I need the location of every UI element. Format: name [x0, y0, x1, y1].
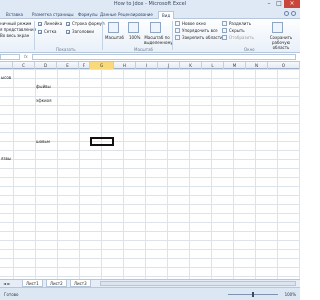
name-box[interactable]	[0, 54, 20, 60]
column-header-o[interactable]: O	[268, 62, 300, 69]
divider	[34, 21, 35, 50]
save-workspace-button[interactable]: Сохранить рабочую область	[264, 35, 298, 50]
tab-review[interactable]: Рецензирование	[118, 11, 153, 19]
freeze-panes-icon	[175, 35, 180, 40]
tab-data[interactable]: Данные	[100, 11, 116, 19]
headings-label: Заголовки	[72, 29, 94, 34]
divider	[172, 21, 173, 50]
show-group-label: Показать	[56, 47, 76, 52]
zoom-slider-knob[interactable]	[252, 292, 254, 297]
freeze-panes-button[interactable]: Закрепить области	[182, 35, 223, 40]
formula-bar-checkbox[interactable]: ✓	[66, 22, 70, 27]
fx-icon[interactable]: fx	[24, 54, 28, 59]
zoom-selection-icon[interactable]	[150, 22, 161, 33]
horizontal-scrollbar[interactable]	[100, 281, 296, 286]
full-screen-button[interactable]: Во весь экран	[0, 33, 29, 38]
zoom-button[interactable]: Масштаб	[105, 35, 124, 40]
zoom-slider[interactable]	[228, 292, 278, 297]
minimize-ribbon-icon[interactable]	[284, 11, 289, 16]
cell-value[interactable]: шовьм	[36, 139, 50, 144]
cell-value[interactable]: эфкиоя	[36, 98, 51, 103]
cell-value[interactable]: язвы	[1, 156, 11, 161]
column-headers: C D E F G H I J K L M N O	[0, 62, 300, 69]
column-header-n[interactable]: N	[246, 62, 268, 69]
unhide-button[interactable]: Отобразить	[229, 35, 254, 40]
ribbon: ничный режим я представления Во весь экр…	[0, 19, 300, 53]
zoom-100-button[interactable]: 100%	[129, 35, 140, 40]
sheet-tab-1[interactable]: Лист1	[22, 280, 43, 287]
window-title: How to Jdox - Microsoft Excel	[113, 1, 187, 7]
page-layout-view-button[interactable]: ничный режим	[0, 21, 31, 26]
split-icon	[222, 21, 227, 26]
window-group-label: Окно	[244, 47, 255, 52]
help-icon[interactable]	[291, 11, 296, 16]
arrange-all-button[interactable]: Упорядочить все	[182, 28, 218, 33]
gridlines-checkbox[interactable]: ✓	[38, 30, 42, 35]
zoom-100-icon[interactable]	[128, 22, 139, 33]
active-cell[interactable]	[90, 137, 114, 146]
minimize-button[interactable]: –	[264, 0, 274, 8]
new-window-button[interactable]: Новое окно	[182, 21, 206, 26]
formula-bar: fx	[0, 53, 300, 62]
tab-formulas[interactable]: Формулы	[78, 11, 98, 19]
cell-value[interactable]: фыйвы	[36, 84, 51, 89]
column-header-i[interactable]: I	[136, 62, 158, 69]
formula-input[interactable]	[32, 54, 296, 60]
hide-icon	[222, 28, 227, 33]
column-header-f[interactable]: F	[79, 62, 90, 69]
ruler-label: Линейка	[44, 21, 63, 26]
zoom-selection-button[interactable]: Масштаб по выделенному	[144, 35, 173, 45]
column-header-h[interactable]: H	[114, 62, 136, 69]
title-bar: How to Jdox - Microsoft Excel – □ ×	[0, 0, 300, 10]
unhide-icon	[222, 35, 227, 40]
row-header-corner[interactable]	[0, 62, 13, 69]
divider	[102, 21, 103, 50]
zoom-level: 100%	[284, 292, 296, 297]
close-button[interactable]: ×	[284, 0, 300, 8]
ribbon-help-icons	[284, 11, 296, 16]
sheet-tab-3[interactable]: Лист3	[70, 280, 91, 287]
gridlines-label: Сетка	[44, 29, 57, 34]
formula-bar-label: Строка формул	[72, 21, 105, 26]
cell-value[interactable]: ысов	[1, 75, 11, 80]
column-header-l[interactable]: L	[202, 62, 224, 69]
save-workspace-icon[interactable]	[272, 22, 283, 33]
zoom-group-label: Масштаб	[134, 47, 154, 52]
column-header-e[interactable]: E	[57, 62, 79, 69]
column-header-j[interactable]: J	[158, 62, 180, 69]
sheet-nav-arrows[interactable]: ◄ ►	[3, 281, 10, 286]
hide-button[interactable]: Скрыть	[229, 28, 245, 33]
sheet-tab-bar: ◄ ► Лист1 Лист2 Лист3	[0, 279, 300, 287]
column-header-k[interactable]: K	[180, 62, 202, 69]
maximize-button[interactable]: □	[274, 0, 284, 8]
column-header-m[interactable]: M	[224, 62, 246, 69]
tab-view[interactable]: Вид	[158, 11, 175, 19]
ruler-checkbox[interactable]: ✓	[38, 22, 42, 27]
zoom-icon[interactable]	[108, 22, 119, 33]
status-bar: Готово 100%	[0, 287, 300, 300]
tab-page-layout[interactable]: Разметка страницы	[32, 11, 74, 19]
sheet-tab-2[interactable]: Лист2	[46, 280, 67, 287]
window-controls: – □ ×	[264, 0, 300, 9]
column-header-g[interactable]: G	[90, 62, 114, 69]
headings-checkbox[interactable]: ✓	[66, 30, 70, 35]
ready-status: Готово	[4, 292, 19, 297]
arrange-all-icon	[175, 28, 180, 33]
new-window-icon	[175, 21, 180, 26]
tab-insert[interactable]: Вставка	[6, 11, 23, 19]
column-header-c[interactable]: C	[13, 62, 35, 69]
split-button[interactable]: Разделить	[229, 21, 251, 26]
custom-views-button[interactable]: я представления	[0, 27, 36, 32]
column-header-d[interactable]: D	[35, 62, 57, 69]
ribbon-tabs: Вставка Разметка страницы Формулы Данные…	[0, 10, 300, 19]
